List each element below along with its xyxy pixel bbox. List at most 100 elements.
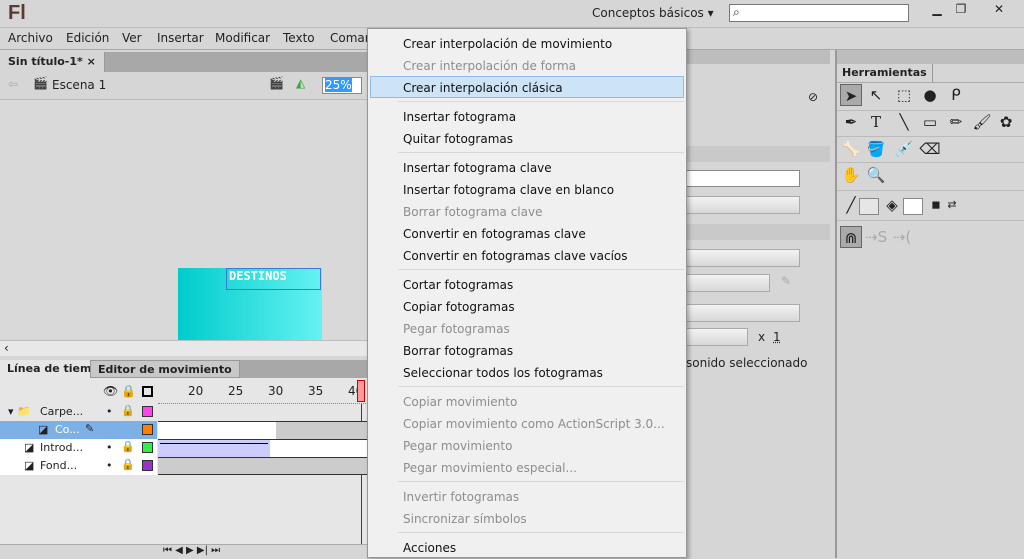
edit-scene-icon[interactable]: 🎬 — [269, 76, 284, 90]
context-menu-item[interactable]: Seleccionar todos los fotogramas — [370, 361, 684, 383]
text-tool-icon[interactable]: T — [865, 111, 887, 133]
eraser-tool-icon[interactable]: ⌫ — [919, 138, 941, 160]
line-tool-icon[interactable]: ╲ — [893, 111, 915, 133]
selection-tool-icon[interactable]: ➤ — [840, 84, 862, 106]
layer-name: Carpe... — [40, 405, 84, 418]
playback-controls[interactable]: ⏮ ◀ ▶ ▶| ⏭ — [163, 545, 220, 556]
smooth-icon: ⇢S — [865, 228, 888, 246]
menu-insertar[interactable]: Insertar — [157, 31, 204, 45]
close-button[interactable]: ✕ — [978, 0, 1020, 20]
hand-tool-icon[interactable]: ✋ — [840, 164, 862, 186]
menu-comandos[interactable]: Comar — [330, 31, 370, 45]
swap-colors-icon[interactable]: ⇄ — [941, 194, 963, 216]
layer-row[interactable]: ◪ Introd... • 🔒 — [0, 439, 157, 457]
flash-logo: Fl — [8, 2, 26, 24]
dropdown[interactable] — [686, 274, 770, 292]
dropdown[interactable] — [686, 328, 748, 346]
zoom-tool-icon[interactable]: 🔍 — [865, 164, 887, 186]
context-menu-item[interactable]: Cortar fotogramas — [370, 273, 684, 295]
lock-icon[interactable]: 🔒 — [121, 404, 135, 417]
bone-tool-icon[interactable]: 🦴 — [840, 138, 862, 160]
eye-icon[interactable]: 👁 — [103, 384, 118, 398]
layer-row-selected[interactable]: ◪ Co... ✎ — [0, 421, 157, 439]
document-tab[interactable]: Sin título-1* × — [0, 52, 105, 72]
context-menu-item[interactable]: Insertar fotograma clave — [370, 156, 684, 178]
help-search-input[interactable]: ⌕ — [729, 4, 909, 22]
pencil-tool-icon[interactable]: ✏ — [945, 111, 967, 133]
layer-color[interactable] — [142, 442, 153, 453]
name-field[interactable] — [686, 170, 800, 187]
context-menu-item[interactable]: Crear interpolación clásica — [370, 76, 684, 98]
lock-icon[interactable]: 🔒 — [121, 440, 135, 453]
layer-color[interactable] — [142, 460, 153, 471]
pen-tool-icon[interactable]: ✒ — [840, 111, 862, 133]
context-menu-item: Copiar movimiento como ActionScript 3.0.… — [403, 417, 665, 431]
scene-clapper-icon: 🎬 — [33, 76, 48, 90]
free-transform-tool-icon[interactable]: ⬚ — [893, 84, 915, 106]
tab-motion-editor[interactable]: Editor de movimiento — [90, 360, 240, 378]
fill-color-icon[interactable]: ◈ — [881, 194, 903, 216]
ruler-tick: 25 — [228, 384, 244, 398]
lock-icon[interactable]: 🔒 — [121, 458, 135, 471]
layer-row[interactable]: ▾ 📁 Carpe... • 🔒 — [0, 403, 157, 421]
ruler-tick: 35 — [308, 384, 324, 398]
properties-panel: ⊘ ✎ x 1 sonido seleccionado — [686, 50, 830, 558]
frame-span[interactable] — [158, 457, 368, 475]
menu-ver[interactable]: Ver — [122, 31, 142, 45]
dropdown[interactable] — [686, 304, 800, 322]
rectangle-tool-icon[interactable]: ▭ — [919, 111, 941, 133]
subselection-tool-icon[interactable]: ↖ — [865, 84, 887, 106]
zoom-input[interactable]: 25% — [322, 77, 362, 94]
frame-ruler[interactable]: 20 25 30 35 40 — [158, 380, 368, 404]
snap-to-objects-icon[interactable]: ⋒ — [840, 226, 862, 248]
context-menu-item[interactable]: Acciones — [370, 536, 684, 558]
lock-icon[interactable]: 🔒 — [121, 384, 136, 398]
brush-tool-icon[interactable]: 🖌 — [971, 111, 993, 133]
stroke-color-swatch[interactable] — [859, 198, 879, 215]
layer-row[interactable]: ◪ Fond... • 🔒 — [0, 457, 157, 475]
context-menu-item[interactable]: Borrar fotogramas — [370, 339, 684, 361]
dropdown[interactable] — [686, 196, 800, 214]
tween-arrow — [160, 443, 268, 444]
classic-tween-span[interactable] — [158, 439, 368, 457]
context-menu-item[interactable]: Convertir en fotogramas clave vacíos — [370, 244, 684, 266]
outline-icon[interactable] — [142, 386, 153, 397]
edit-symbol-icon[interactable]: ◭ — [296, 76, 305, 90]
paint-bucket-tool-icon[interactable]: 🪣 — [865, 138, 887, 160]
layer-color[interactable] — [142, 406, 153, 417]
scroll-left-icon[interactable]: ‹ — [0, 341, 9, 355]
layer-color[interactable] — [142, 424, 153, 435]
menu-edicion[interactable]: Edición — [66, 31, 109, 45]
edit-pencil-icon[interactable]: ✎ — [781, 274, 791, 288]
lasso-tool-icon[interactable]: ᑭ — [945, 84, 967, 106]
repeat-x-label: x — [758, 330, 766, 344]
restore-button[interactable]: ❐ — [944, 0, 978, 20]
eyedropper-tool-icon[interactable]: 💉 — [893, 138, 915, 160]
menu-texto[interactable]: Texto — [283, 31, 315, 45]
dropdown[interactable] — [686, 249, 800, 267]
back-arrow-icon[interactable]: ⇦ — [8, 77, 18, 91]
close-tab-icon[interactable]: × — [87, 55, 96, 68]
workspace-switcher[interactable]: Conceptos básicos ▾ — [592, 6, 714, 20]
menu-archivo[interactable]: Archivo — [8, 31, 53, 45]
layer-icon: ◪ — [38, 423, 49, 436]
layer-name: Fond... — [40, 459, 78, 472]
repeat-value[interactable]: 1 — [773, 330, 781, 344]
playhead[interactable] — [357, 380, 365, 402]
context-menu-item[interactable]: Crear interpolación de movimiento — [370, 32, 684, 54]
context-menu-item[interactable]: Copiar fotogramas — [370, 295, 684, 317]
layer-icon: ◪ — [24, 459, 35, 472]
context-menu-item: Invertir fotogramas — [403, 490, 520, 504]
context-menu-item: Pegar movimiento — [403, 439, 513, 453]
menu-modificar[interactable]: Modificar — [215, 31, 270, 45]
fill-color-swatch[interactable] — [903, 198, 923, 215]
3d-rotation-tool-icon[interactable]: ● — [919, 84, 941, 106]
deco-tool-icon[interactable]: ✿ — [995, 111, 1017, 133]
destinos-text[interactable]: DESTINOS — [226, 268, 321, 290]
context-menu-item[interactable]: Convertir en fotogramas clave — [370, 222, 684, 244]
context-menu-item[interactable]: Insertar fotograma — [370, 105, 684, 127]
frame-span[interactable] — [158, 421, 368, 439]
context-menu-item[interactable]: Insertar fotograma clave en blanco — [370, 178, 684, 200]
context-menu-item[interactable]: Quitar fotogramas — [370, 127, 684, 149]
open-external-icon[interactable]: ⊘ — [808, 90, 818, 104]
